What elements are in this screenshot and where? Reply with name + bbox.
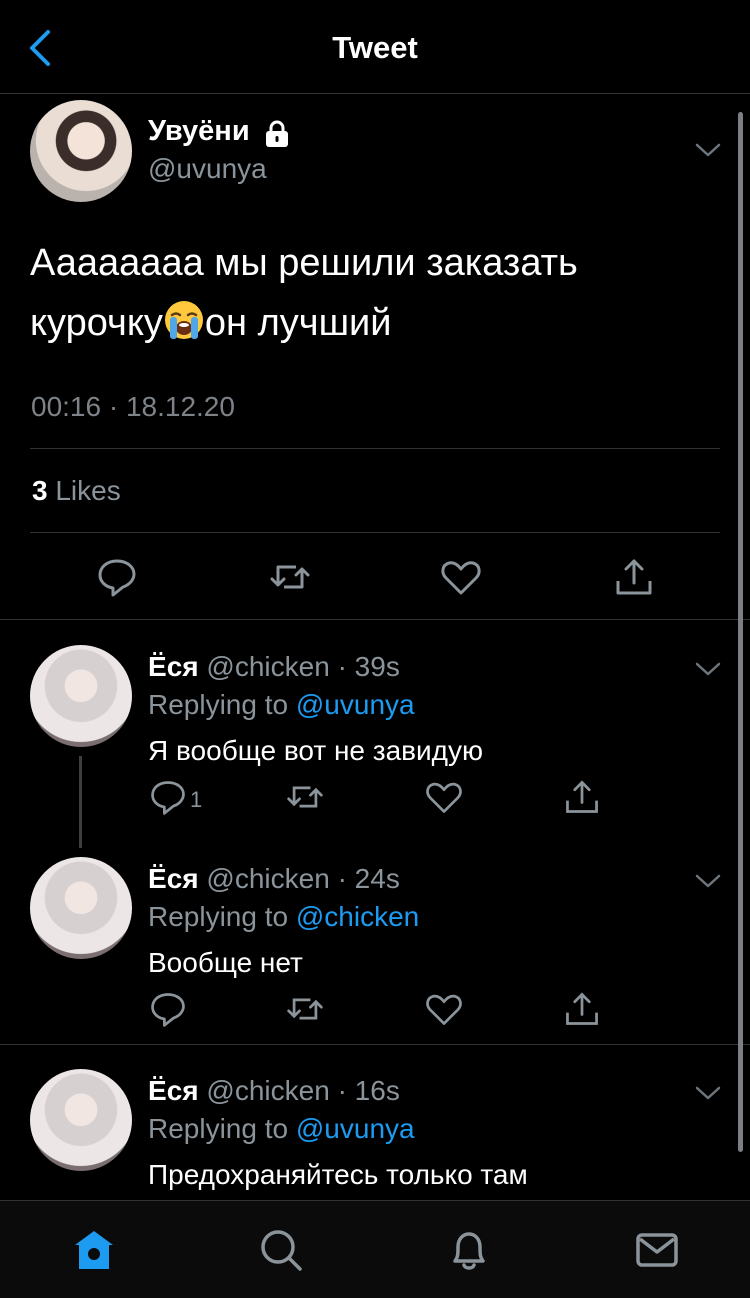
tweet-text-fragment: курочку [30,302,163,344]
replying-to-label: Replying to [148,901,296,932]
like-icon[interactable] [424,777,468,821]
replying-to: Replying to @uvunya [148,1113,415,1145]
replying-to-label: Replying to [148,689,296,720]
tweet-text-fragment: он лучший [204,302,392,344]
chevron-down-icon[interactable] [693,871,723,891]
mention-link[interactable]: @uvunya [296,689,415,720]
tweet-text-line: курочку он лучший [30,293,720,353]
reply-avatar[interactable] [30,857,132,959]
reply-author-name[interactable]: Ёся [148,651,199,682]
replying-to-label: Replying to [148,1113,296,1144]
reply-text: Предохраняйтесь только там [148,1159,528,1190]
crying-face-emoji-icon [163,299,205,341]
top-bar: Tweet [0,0,750,94]
lock-icon [262,120,292,148]
retweet-icon[interactable] [285,989,329,1033]
main-tweet: Увуёни @uvunya Аааааааа мы решили заказа… [0,95,750,620]
bottom-tab-bar [0,1200,750,1298]
author-avatar[interactable] [30,100,132,202]
mention-link[interactable]: @uvunya [296,1113,415,1144]
reply-icon[interactable] [95,555,139,599]
like-icon[interactable] [439,555,483,599]
reply-author-handle[interactable]: @chicken [206,1075,329,1106]
page-title: Tweet [332,30,418,65]
retweet-icon[interactable] [268,555,312,599]
share-icon[interactable] [562,777,606,821]
reply-tweet[interactable]: Ёся @chicken · 24s Replying to @chicken … [0,857,750,1037]
scrollbar[interactable] [738,112,743,1152]
likes-row[interactable]: 3 Likes [32,475,121,507]
divider [0,1044,750,1045]
retweet-icon[interactable] [285,777,329,821]
reply-icon[interactable] [148,989,192,1033]
reply-author-handle[interactable]: @chicken [206,863,329,894]
tweet-text-line: Аааааааа мы решили заказать [30,242,578,284]
replying-to: Replying to @chicken [148,901,419,933]
tweet-text: Аааааааа мы решили заказать курочку он л… [30,233,720,353]
likes-label: Likes [55,475,121,506]
reply-text: Я вообще вот не завидую [148,735,484,766]
reply-tweet[interactable]: Ёся @chicken · 16s Replying to @uvunya П… [0,1069,750,1199]
mention-link[interactable]: @chicken [296,901,419,932]
replying-to: Replying to @uvunya [148,689,415,721]
reply-header: Ёся @chicken · 16s [148,1075,400,1107]
tweet-page: Tweet Увуёни @uvunya Аааааааа мы решили … [0,0,750,1298]
divider [30,532,720,533]
divider [30,448,720,449]
reply-icon[interactable] [148,777,192,821]
chevron-down-icon[interactable] [693,659,723,679]
chevron-down-icon[interactable] [693,140,723,160]
reply-tweet[interactable]: Ёся @chicken · 39s Replying to @uvunya Я… [0,645,750,825]
share-icon[interactable] [612,555,656,599]
tweet-timestamp: 00:16 · 18.12.20 [31,391,235,422]
reply-time: · 39s [337,651,400,682]
reply-header: Ёся @chicken · 39s [148,651,400,683]
author-handle[interactable]: @uvunya [148,153,267,185]
like-icon[interactable] [424,989,468,1033]
reply-time: · 16s [337,1075,400,1106]
reply-author-handle[interactable]: @chicken [206,651,329,682]
messages-icon[interactable] [634,1227,680,1273]
search-icon[interactable] [258,1227,304,1273]
author-name[interactable]: Увуёни [148,115,250,148]
reply-time: · 24s [337,863,400,894]
likes-count: 3 [32,475,48,506]
reply-avatar[interactable] [30,645,132,747]
notifications-icon[interactable] [446,1227,492,1273]
reply-text: Вообще нет [148,947,303,978]
chevron-down-icon[interactable] [693,1083,723,1103]
reply-avatar[interactable] [30,1069,132,1171]
home-icon[interactable] [71,1227,117,1273]
reply-author-name[interactable]: Ёся [148,863,199,894]
reply-count: 1 [190,787,203,812]
reply-header: Ёся @chicken · 24s [148,863,400,895]
reply-author-name[interactable]: Ёся [148,1075,199,1106]
share-icon[interactable] [562,989,606,1033]
